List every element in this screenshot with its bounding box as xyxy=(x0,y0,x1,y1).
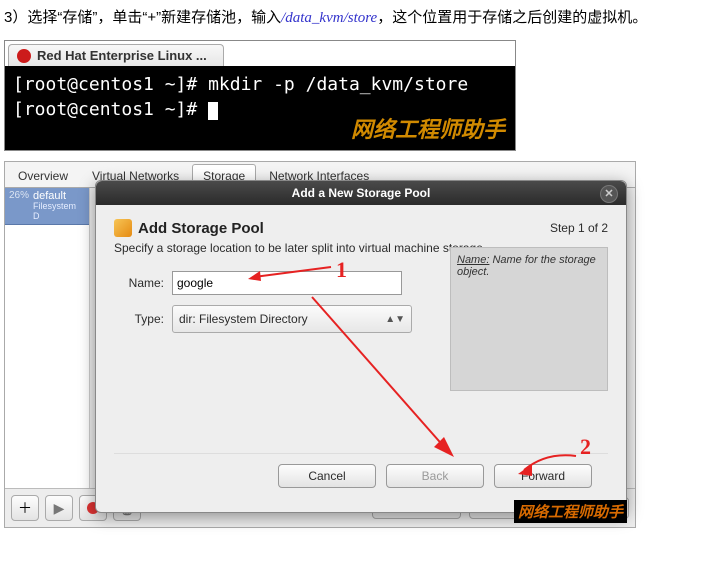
window-tab-bar: Red Hat Enterprise Linux ... xyxy=(5,41,515,66)
cancel-button[interactable]: Cancel xyxy=(278,464,376,488)
dialog-titlebar: Add a New Storage Pool ✕ xyxy=(96,181,626,205)
instruction-text: 3）选择“存储”，单击“+”新建存储池，输入/data_kvm/store，这个… xyxy=(4,4,704,32)
virt-manager-window: Overview Virtual Networks Storage Networ… xyxy=(4,161,636,528)
terminal-window: Red Hat Enterprise Linux ... [root@cento… xyxy=(4,40,516,151)
type-select[interactable]: dir: Filesystem Directory ▲▼ xyxy=(172,305,412,333)
pool-usage-percent: 26% xyxy=(9,190,29,201)
play-icon: ▶ xyxy=(54,500,65,517)
hint-label: Name: xyxy=(457,254,489,266)
storage-pool-sidebar: 26% default Filesystem D xyxy=(5,188,90,488)
type-label: Type: xyxy=(114,312,164,326)
window-tab[interactable]: Red Hat Enterprise Linux ... xyxy=(8,44,224,66)
storage-pool-item[interactable]: 26% default Filesystem D xyxy=(5,188,89,225)
redhat-icon xyxy=(17,49,31,63)
cursor-icon xyxy=(208,102,218,120)
instruction-path: /data_kvm/store xyxy=(281,10,377,26)
instruction-suffix: ，这个位置用于存储之后创建的虚拟机。 xyxy=(377,9,647,26)
terminal[interactable]: [root@centos1 ~]# mkdir -p /data_kvm/sto… xyxy=(5,66,515,150)
dialog-title-text: Add a New Storage Pool xyxy=(292,186,431,200)
watermark: 网络工程师助手 xyxy=(514,500,627,523)
dialog-buttons: Cancel Back Forward xyxy=(114,453,608,502)
pool-type-sub: Filesystem D xyxy=(33,202,85,222)
terminal-line: [root@centos1 ~]# mkdir -p /data_kvm/sto… xyxy=(13,72,507,97)
dialog-step: Step 1 of 2 xyxy=(550,221,608,235)
add-storage-pool-dialog: Add a New Storage Pool ✕ Add Storage Poo… xyxy=(95,180,627,513)
tab-overview[interactable]: Overview xyxy=(7,164,79,187)
back-button: Back xyxy=(386,464,484,488)
hint-panel: Name: Name for the storage object. xyxy=(450,247,608,391)
add-pool-button[interactable]: ＋ xyxy=(11,495,39,521)
dialog-header: Add Storage Pool xyxy=(114,219,264,237)
storage-pool-icon xyxy=(114,219,132,237)
dialog-body: Add Storage Pool Step 1 of 2 Specify a s… xyxy=(96,205,626,512)
name-input[interactable] xyxy=(172,271,402,295)
forward-button[interactable]: Forward xyxy=(494,464,592,488)
chevron-updown-icon: ▲▼ xyxy=(385,314,405,325)
dialog-header-text: Add Storage Pool xyxy=(138,220,264,237)
name-label: Name: xyxy=(114,276,164,290)
plus-icon: ＋ xyxy=(18,498,32,518)
start-pool-button[interactable]: ▶ xyxy=(45,495,73,521)
window-tab-label: Red Hat Enterprise Linux ... xyxy=(37,48,207,63)
instruction-prefix: 3）选择“存储”，单击“+”新建存储池，输入 xyxy=(4,9,281,26)
close-icon[interactable]: ✕ xyxy=(600,185,618,203)
watermark: 网络工程师助手 xyxy=(351,115,505,146)
main-pane: 26% default Filesystem D Add a New Stora… xyxy=(5,187,635,488)
type-select-value: dir: Filesystem Directory xyxy=(179,312,308,326)
